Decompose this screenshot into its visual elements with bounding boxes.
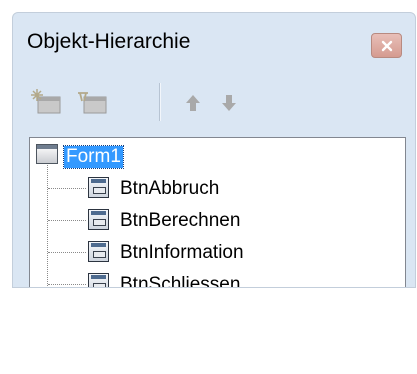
toolbar: [29, 77, 399, 121]
object-hierarchy-window: Objekt-Hierarchie Form1 BtnAbbruch BtnBe…: [12, 12, 416, 288]
tree-node-label: BtnSchliessen: [120, 274, 241, 288]
close-button[interactable]: [371, 33, 402, 58]
button-control-icon: [88, 209, 109, 230]
button-control-icon: [88, 241, 109, 262]
window-title: Objekt-Hierarchie: [27, 30, 191, 53]
object-tree[interactable]: Form1 BtnAbbruch BtnBerechnen BtnInforma…: [29, 137, 406, 288]
add-object-button[interactable]: [29, 87, 65, 119]
tree-branch-line: [48, 284, 86, 285]
button-control-icon: [88, 177, 109, 198]
tree-node-label: Form1: [63, 145, 124, 169]
close-icon: [381, 40, 392, 51]
button-control-icon: [88, 273, 109, 287]
toolbar-separator: [159, 83, 161, 121]
title-bar[interactable]: Objekt-Hierarchie: [13, 13, 415, 61]
tree-node-label: BtnBerechnen: [120, 210, 241, 231]
move-down-button[interactable]: [211, 87, 247, 119]
tree-node-label: BtnAbbruch: [120, 178, 220, 199]
tree-node-label: BtnInformation: [120, 242, 244, 263]
remove-object-icon: [78, 92, 107, 114]
tree-node[interactable]: BtnSchliessen: [30, 272, 405, 288]
move-up-button[interactable]: [175, 87, 211, 119]
tree-node[interactable]: BtnInformation: [30, 240, 405, 268]
tree-node[interactable]: BtnAbbruch: [30, 176, 405, 204]
tree-branch-line: [48, 188, 86, 189]
remove-object-button[interactable]: [75, 87, 111, 119]
tree-node[interactable]: BtnBerechnen: [30, 208, 405, 236]
form-icon: [36, 144, 58, 164]
tree-branch-line: [48, 252, 86, 253]
tree-node-root[interactable]: Form1: [30, 144, 405, 172]
arrow-down-icon: [222, 95, 236, 111]
add-object-icon: [31, 89, 61, 114]
tree-branch-line: [48, 220, 86, 221]
arrow-up-icon: [186, 95, 200, 111]
